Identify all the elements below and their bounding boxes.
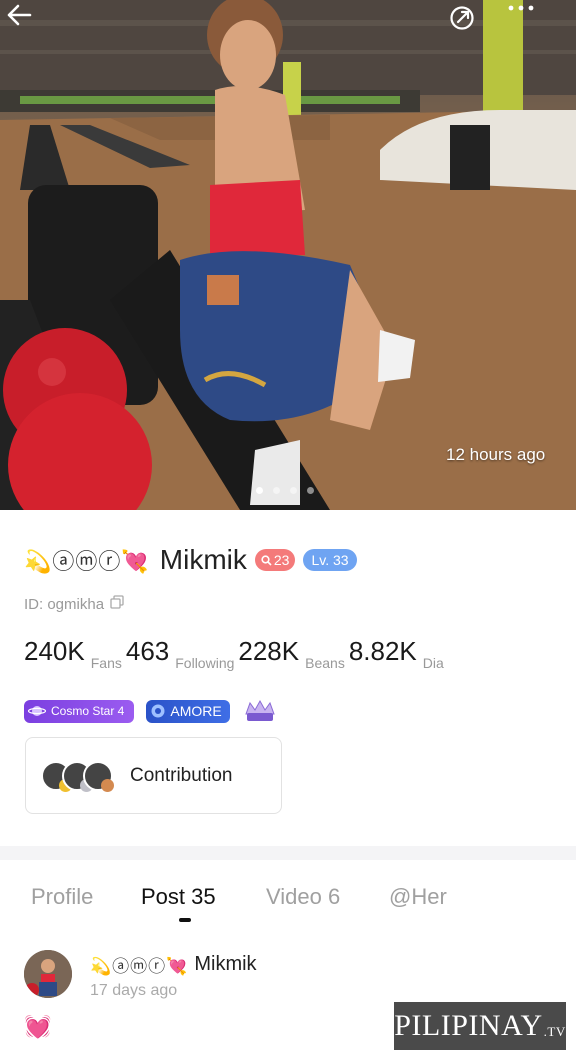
contribution-card[interactable]: Contribution bbox=[25, 737, 282, 814]
top-contributors bbox=[41, 760, 114, 792]
tab-profile[interactable]: Profile bbox=[31, 884, 93, 910]
amore-label: AMORE bbox=[170, 703, 222, 719]
planet-icon bbox=[28, 706, 46, 716]
contribution-label: Contribution bbox=[130, 764, 233, 786]
carousel-dot[interactable] bbox=[290, 487, 297, 494]
stat-diamonds[interactable]: 8.82K Dia bbox=[348, 636, 444, 671]
stat-label: Following bbox=[175, 655, 235, 671]
badges-row: Cosmo Star 4 AMORE bbox=[24, 698, 278, 724]
section-divider bbox=[0, 846, 576, 860]
search-icon bbox=[261, 554, 272, 566]
share-icon[interactable] bbox=[448, 4, 488, 34]
post-author-decoration: 💫ⓐⓜⓡ💘 bbox=[90, 957, 189, 976]
contributor-avatar bbox=[83, 760, 114, 792]
post-author-name[interactable]: Mikmik bbox=[194, 953, 256, 976]
stat-fans[interactable]: 240K Fans bbox=[24, 636, 122, 671]
site-watermark: PILIPINAY .TV bbox=[394, 1002, 566, 1050]
profile-stats: 240K Fans 463 Following 228K Beans 8.82K… bbox=[24, 636, 448, 671]
carousel-dot[interactable] bbox=[273, 487, 280, 494]
stat-value: 8.82K bbox=[348, 636, 417, 666]
watermark-suffix: .TV bbox=[543, 1024, 566, 1039]
amore-family-badge[interactable]: AMORE bbox=[146, 699, 230, 723]
post-time: 17 days ago bbox=[90, 982, 178, 999]
bowling-alley-photo bbox=[0, 0, 576, 510]
stat-label: Beans bbox=[305, 655, 345, 671]
carousel-dot[interactable] bbox=[256, 487, 263, 494]
stat-value: 240K bbox=[24, 636, 85, 666]
rank-badge-value: 23 bbox=[273, 552, 290, 568]
watermark-main: PILIPINAY bbox=[394, 1009, 543, 1042]
active-tab-indicator bbox=[179, 918, 191, 922]
back-arrow-icon[interactable] bbox=[6, 4, 46, 34]
stat-label: Dia bbox=[422, 655, 444, 671]
stat-value: 228K bbox=[238, 636, 300, 666]
profile-name: Mikmik bbox=[159, 544, 247, 575]
cosmo-star-label: Cosmo Star 4 bbox=[51, 704, 125, 718]
tab-post[interactable]: Post 35 bbox=[141, 884, 216, 910]
post-photo[interactable]: 12 hours ago bbox=[0, 0, 576, 510]
carousel-indicator bbox=[256, 487, 314, 494]
post-author-row: 💫ⓐⓜⓡ💘 Mikmik bbox=[90, 952, 257, 977]
stat-label: Fans bbox=[90, 655, 122, 671]
tab-her[interactable]: @Her bbox=[389, 884, 447, 910]
profile-tabs: Profile Post 35 Video 6 @Her bbox=[0, 878, 576, 918]
copy-icon[interactable] bbox=[110, 595, 124, 613]
shield-icon bbox=[151, 704, 165, 718]
stat-value: 463 bbox=[125, 636, 170, 666]
carousel-dot[interactable] bbox=[307, 487, 314, 494]
cosmo-star-badge[interactable]: Cosmo Star 4 bbox=[24, 699, 135, 723]
level-badge[interactable]: Lv. 33 bbox=[303, 549, 357, 571]
tab-video[interactable]: Video 6 bbox=[266, 884, 340, 910]
post-timestamp: 12 hours ago bbox=[446, 445, 546, 464]
crown-icon[interactable] bbox=[242, 698, 278, 724]
user-id: ID: ogmikha bbox=[24, 595, 105, 613]
profile-name-row: 💫ⓐⓜⓡ💘 Mikmik 23 Lv. 33 bbox=[24, 540, 357, 580]
name-decoration: 💫ⓐⓜⓡ💘 bbox=[24, 549, 150, 574]
user-id-row: ID: ogmikha bbox=[24, 595, 124, 613]
rank-badge[interactable]: 23 bbox=[254, 549, 296, 571]
stat-following[interactable]: 463 Following bbox=[125, 636, 235, 671]
post-body: 💓 bbox=[24, 1014, 52, 1039]
more-options-icon[interactable] bbox=[506, 4, 546, 34]
stat-beans[interactable]: 228K Beans bbox=[238, 636, 344, 671]
avatar[interactable] bbox=[24, 950, 72, 998]
